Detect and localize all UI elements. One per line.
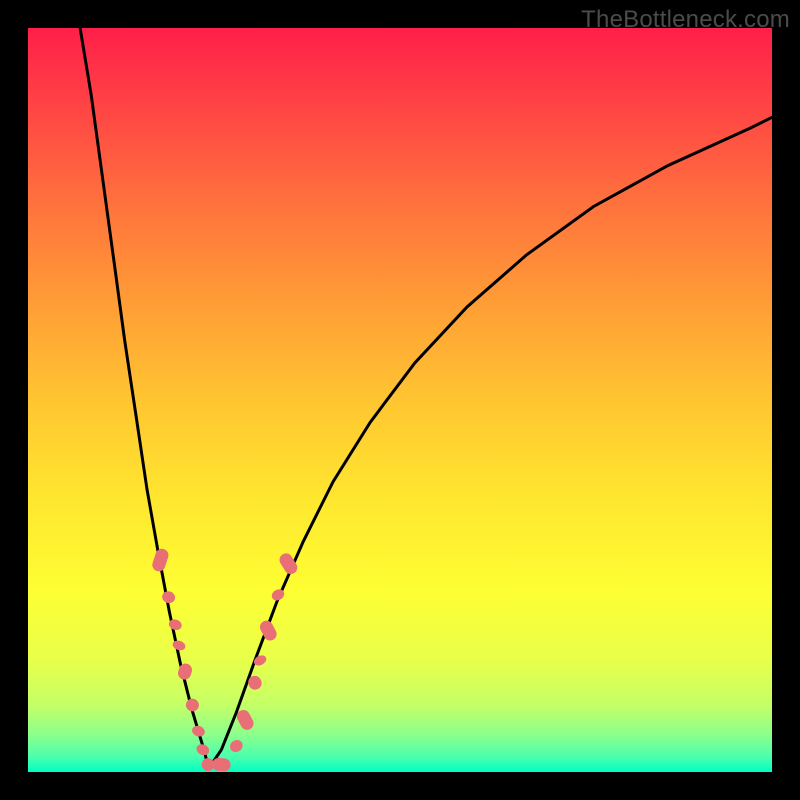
marker-pill bbox=[212, 757, 232, 772]
marker-pill bbox=[176, 662, 193, 681]
marker-pill bbox=[228, 738, 245, 755]
curve-right-branch bbox=[209, 117, 772, 768]
marker-pill bbox=[151, 547, 171, 573]
marker-pill bbox=[161, 590, 177, 605]
plot-area bbox=[28, 28, 772, 772]
marker-pill bbox=[171, 639, 186, 652]
chart-frame: TheBottleneck.com bbox=[0, 0, 800, 800]
marker-pill bbox=[184, 697, 200, 713]
marker-pill bbox=[195, 742, 211, 757]
bottleneck-curve bbox=[80, 28, 772, 768]
curve-layer bbox=[28, 28, 772, 772]
marker-pill bbox=[191, 724, 207, 738]
curve-left-branch bbox=[80, 28, 209, 768]
marker-pill bbox=[258, 618, 279, 642]
